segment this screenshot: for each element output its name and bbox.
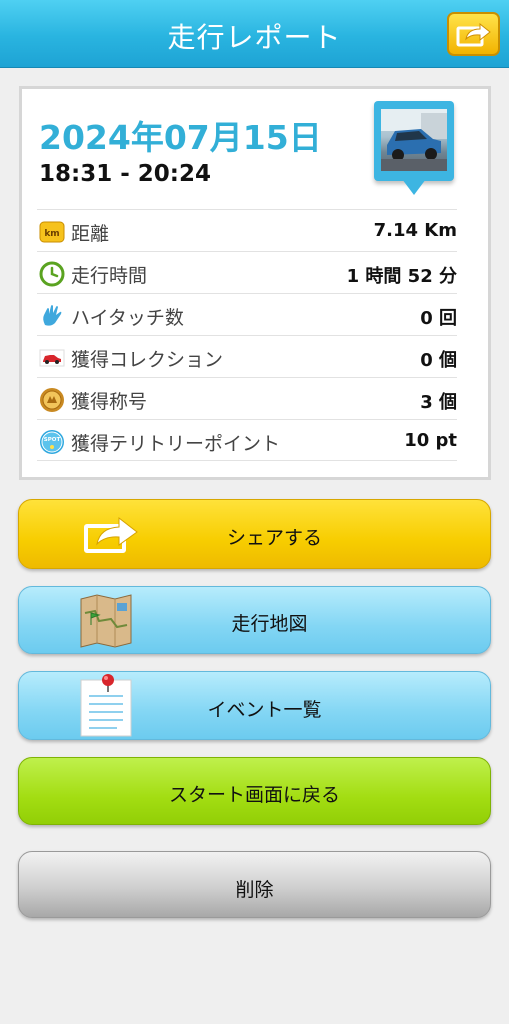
stat-label: 獲得コレクション [71, 349, 224, 371]
header-bar: 走行レポート [0, 0, 509, 68]
car-photo [381, 109, 447, 171]
header-share-button[interactable] [447, 12, 500, 56]
stat-value: 10 pt [404, 430, 457, 451]
stat-label: 走行時間 [71, 265, 148, 287]
stat-row-high-touch: ハイタッチ数 0 回 [37, 293, 457, 335]
event-list-button[interactable]: イベント一覧 [18, 671, 491, 740]
medal-icon [40, 388, 64, 412]
back-to-start-label: スタート画面に戻る [168, 784, 340, 806]
page-title: 走行レポート [167, 21, 342, 54]
share-button[interactable]: シェアする [18, 499, 491, 569]
map-button-label: 走行地図 [231, 613, 308, 635]
stat-label: 獲得テリトリーポイント [71, 433, 281, 455]
report-time-range: 18:31 - 20:24 [39, 161, 211, 187]
stat-value: 1 時間 52 分 [346, 266, 457, 287]
clock-icon [39, 261, 65, 287]
stat-value: 7.14 Km [373, 220, 457, 241]
stat-row-territory-points: SPOT 獲得テリトリーポイント 10 pt [37, 419, 457, 461]
share-button-label: シェアする [226, 527, 322, 549]
km-icon: km [39, 221, 65, 243]
stat-label: ハイタッチ数 [71, 307, 184, 329]
stat-label: 獲得称号 [71, 391, 148, 413]
stat-row-title: 獲得称号 3 個 [37, 377, 457, 419]
stat-value: 0 個 [420, 350, 457, 371]
car-photo-pin-icon[interactable] [374, 101, 454, 203]
stat-label: 距離 [71, 223, 110, 245]
event-list-button-label: イベント一覧 [207, 699, 322, 721]
car-icon [39, 349, 65, 367]
km-badge-text: km [44, 229, 59, 239]
delete-button[interactable]: 削除 [18, 851, 491, 918]
spot-badge-text: SPOT [44, 437, 61, 443]
stat-row-collection: 獲得コレクション 0 個 [37, 335, 457, 377]
stats-list: km 距離 7.14 Km 走行時間 1 時間 52 分 ハイタッチ数 0 回 [37, 209, 457, 461]
stat-value: 0 回 [420, 308, 457, 329]
delete-button-label: 削除 [235, 879, 274, 901]
back-to-start-button[interactable]: スタート画面に戻る [18, 757, 491, 825]
stat-row-distance: km 距離 7.14 Km [37, 209, 457, 251]
share-arrow-icon [456, 22, 491, 47]
spot-icon: SPOT [40, 430, 64, 454]
hand-icon [43, 305, 62, 326]
car-photo-frame [374, 101, 454, 181]
stat-value: 3 個 [420, 392, 457, 413]
pin-tip [402, 179, 426, 195]
map-button[interactable]: 走行地図 [18, 586, 491, 654]
report-date: 2024年07月15日 [39, 118, 322, 157]
report-card: 2024年07月15日 18:31 - 20:24 km 距離 7.14 Km … [19, 86, 491, 480]
stat-row-drive-time: 走行時間 1 時間 52 分 [37, 251, 457, 293]
